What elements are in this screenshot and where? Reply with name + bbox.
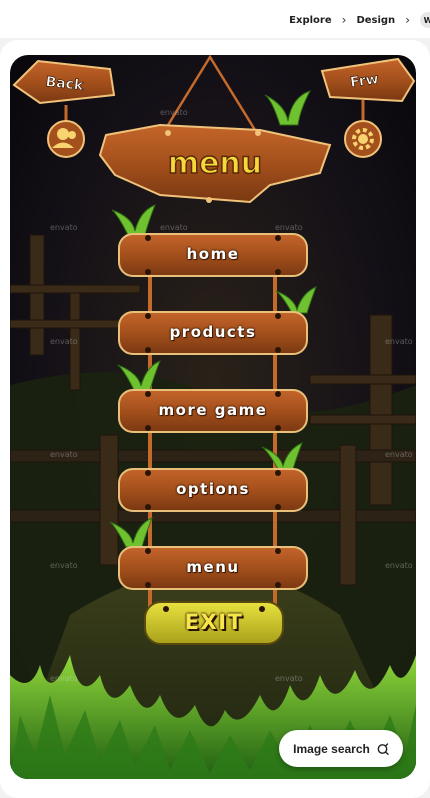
watermark: envato <box>50 450 78 459</box>
search-lens-icon <box>377 742 389 755</box>
exit-label: Exit <box>184 610 244 634</box>
menu-button[interactable]: menu <box>118 546 308 590</box>
watermark: envato <box>50 674 78 683</box>
chevron-right-icon: › <box>341 13 347 27</box>
watermark: envato <box>385 337 413 346</box>
image-search-button[interactable]: Image search <box>279 730 403 767</box>
options-label: Options <box>176 480 250 498</box>
top-bar: Explore › Design › W <box>0 0 430 38</box>
home-label: Home <box>186 245 240 263</box>
avatar[interactable]: W <box>420 12 430 28</box>
more-game-button[interactable]: More Game <box>118 389 308 433</box>
image-search-label: Image search <box>293 741 370 756</box>
products-button[interactable]: Products <box>118 311 308 355</box>
more-game-label: More Game <box>158 401 268 419</box>
menu-label: menu <box>186 558 240 576</box>
home-button[interactable]: Home <box>118 233 308 277</box>
watermark: envato <box>50 223 78 232</box>
watermark: envato <box>275 223 303 232</box>
watermark: envato <box>50 561 78 570</box>
watermark: envato <box>385 561 413 570</box>
chevron-right-icon: › <box>405 13 410 27</box>
watermark: envato <box>275 674 303 683</box>
breadcrumb-design[interactable]: Design <box>356 15 395 26</box>
breadcrumb-explore[interactable]: Explore <box>289 15 331 26</box>
options-button[interactable]: Options <box>118 468 308 512</box>
exit-button[interactable]: Exit <box>144 601 284 645</box>
watermark: envato <box>385 450 413 459</box>
watermark: envato <box>160 108 188 117</box>
image-preview[interactable]: Back Frw menu envato envato envato envat… <box>10 55 416 779</box>
watermark: envato <box>160 223 188 232</box>
products-label: Products <box>169 323 257 341</box>
title-menu: menu <box>168 146 262 181</box>
watermark: envato <box>50 337 78 346</box>
breadcrumb: Explore › Design › W <box>289 10 430 30</box>
